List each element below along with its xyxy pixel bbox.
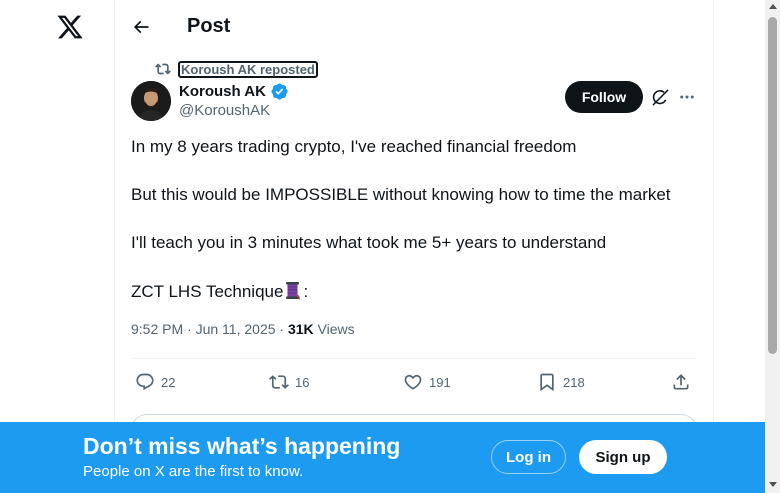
tweet-text-segment: : [303, 282, 309, 301]
author-handle[interactable]: @KoroushAK [179, 102, 270, 119]
more-options-icon[interactable] [678, 88, 696, 106]
views-count: 31K [287, 321, 314, 337]
views-label: Views [317, 321, 355, 337]
repost-button[interactable]: 16 [269, 372, 309, 392]
banner-subtitle: People on X are the first to know. [83, 463, 304, 480]
bookmark-count: 218 [563, 374, 585, 390]
signup-button[interactable]: Sign up [579, 440, 667, 474]
tweet-text-line: ZCT LHS Technique : [131, 281, 308, 302]
x-logo-icon[interactable] [56, 13, 84, 41]
tweet-time[interactable]: 9:52 PM [131, 321, 183, 337]
share-icon [673, 374, 689, 390]
scrollbar-thumb[interactable] [768, 17, 777, 354]
banner-title: Don’t miss what’s happening [83, 433, 401, 459]
login-button[interactable]: Log in [491, 440, 566, 474]
repost-icon [269, 375, 289, 389]
tweet-meta: 9:52 PM · Jun 11, 2025 · 31K Views [131, 321, 355, 337]
repost-indicator: Koroush AK reposted [155, 60, 318, 78]
bookmark-button[interactable]: 218 [537, 372, 585, 392]
divider [131, 358, 697, 359]
author-name[interactable]: Koroush AK [179, 82, 289, 101]
reply-count: 22 [161, 374, 176, 390]
meta-separator: · [279, 321, 285, 337]
scroll-up-arrow-icon[interactable] [769, 4, 777, 9]
page-title: Post [187, 15, 231, 37]
verified-badge-icon [271, 83, 288, 100]
repost-author-link[interactable]: Koroush AK reposted [178, 60, 318, 78]
tweet-text-segment: ZCT LHS Technique [131, 282, 284, 301]
tweet-text-line: I'll teach you in 3 minutes what took me… [131, 233, 607, 252]
tweet-date[interactable]: Jun 11, 2025 [196, 321, 276, 337]
reply-button[interactable]: 22 [135, 372, 175, 392]
heart-icon [404, 374, 422, 390]
avatar[interactable] [131, 81, 171, 121]
author-name-text: Koroush AK [179, 83, 266, 100]
bookmark-icon [540, 373, 554, 392]
like-count: 191 [429, 374, 451, 390]
tweet-text-line: In my 8 years trading crypto, I've reach… [131, 137, 577, 156]
follow-button[interactable]: Follow [565, 81, 643, 113]
meta-separator: · [187, 321, 192, 337]
back-button[interactable] [131, 17, 151, 37]
grok-icon[interactable] [651, 88, 670, 107]
like-button[interactable]: 191 [403, 372, 451, 392]
scroll-down-arrow-icon[interactable] [769, 482, 777, 487]
share-button[interactable] [671, 372, 691, 392]
thread-spool-emoji-icon [286, 282, 301, 300]
repost-count: 16 [295, 374, 310, 390]
reply-icon [136, 373, 154, 391]
tweet-text-line: But this would be IMPOSSIBLE without kno… [131, 185, 671, 204]
avatar-image [131, 81, 171, 121]
repost-icon [155, 63, 171, 75]
